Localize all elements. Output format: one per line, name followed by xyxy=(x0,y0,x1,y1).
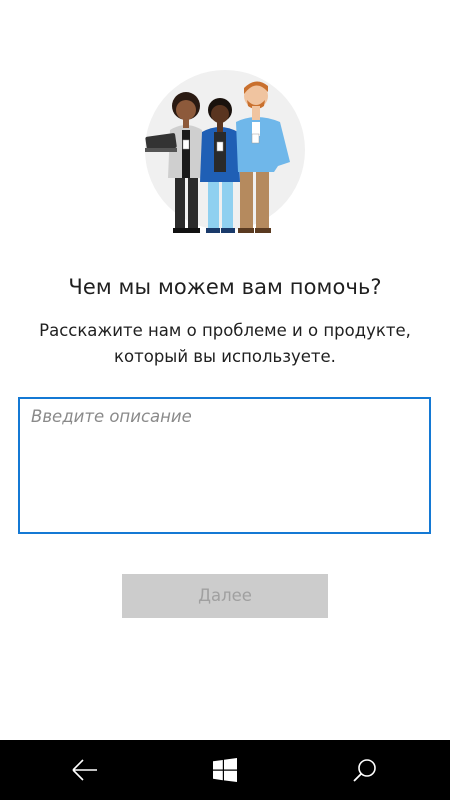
start-button[interactable] xyxy=(185,740,265,800)
help-screen: Чем мы можем вам помочь? Расскажите нам … xyxy=(0,0,450,800)
next-button[interactable]: Далее xyxy=(122,574,328,618)
description-input[interactable] xyxy=(20,399,429,532)
search-icon xyxy=(353,759,376,782)
page-subtitle: Расскажите нам о проблеме и о продукте, … xyxy=(39,321,411,366)
page-title: Чем мы можем вам помочь? xyxy=(68,275,382,299)
windows-start-icon xyxy=(213,758,237,782)
back-button[interactable] xyxy=(45,740,125,800)
support-people-illustration xyxy=(145,70,305,233)
search-button[interactable] xyxy=(325,740,405,800)
system-navigation-bar xyxy=(0,740,450,800)
description-field-container xyxy=(18,397,431,534)
back-icon xyxy=(72,759,97,781)
